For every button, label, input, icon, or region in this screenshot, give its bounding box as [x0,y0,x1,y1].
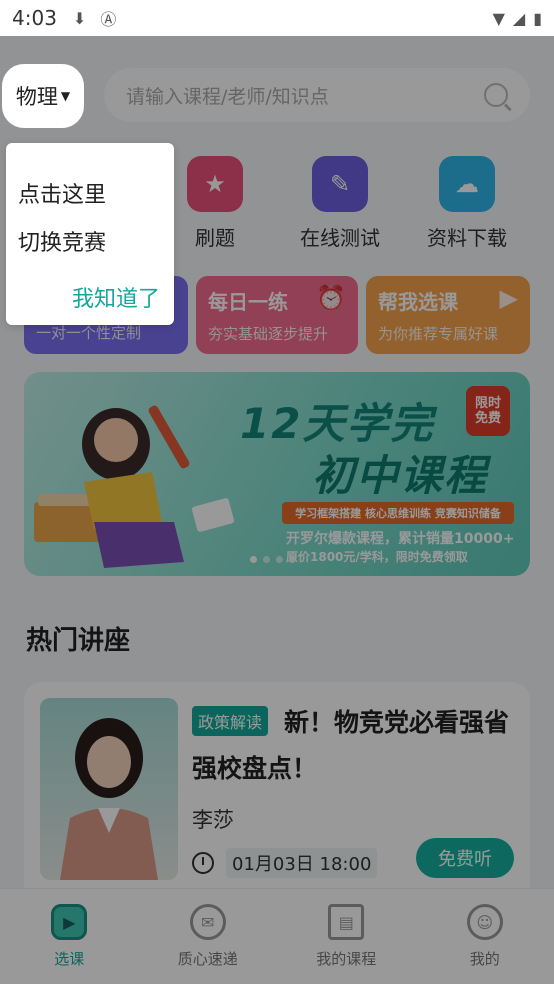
subject-label: 物理 [15,85,58,109]
status-time: 4:03 [12,6,57,30]
battery-icon: ▮ [533,8,542,28]
a-icon: Ⓐ [100,10,117,29]
tooltip-line-1: 点击这里 [18,183,107,208]
chevron-down-icon: ▼ [60,89,71,103]
status-bar: 4:03 ⬇ Ⓐ ▼ ◢ ▮ [0,0,554,36]
guide-tooltip: 点击这里 切换竞赛 我知道了 [6,143,174,325]
signal-icon: ◢ [512,8,526,28]
tooltip-line-2: 切换竞赛 [18,231,107,256]
got-it-button[interactable]: 我知道了 [72,281,160,313]
highlighted-subject-selector[interactable]: 物理 ▼ [2,64,84,128]
wifi-icon: ▼ [492,8,505,28]
download-icon: ⬇ [72,8,87,28]
